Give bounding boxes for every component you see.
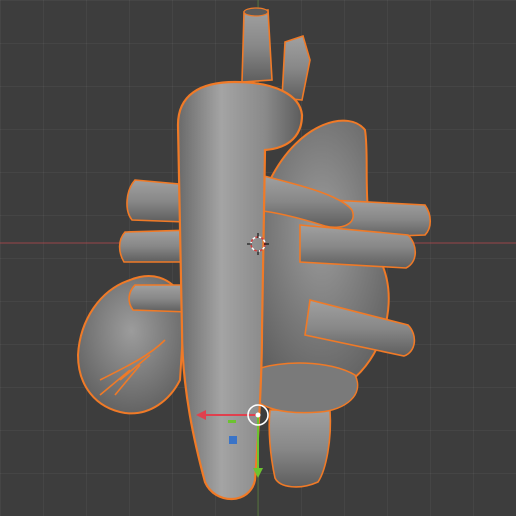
3d-viewport[interactable] [0, 0, 516, 516]
superior-vessel-main [241, 9, 273, 83]
superior-vessel-opening [243, 7, 269, 17]
viewport-scene[interactable] [0, 0, 516, 516]
gizmo-xy-plane[interactable] [228, 420, 236, 423]
superior-vessel-side [281, 34, 311, 101]
gizmo-z-plane[interactable] [229, 436, 237, 444]
heart-mesh[interactable] [76, 7, 432, 501]
lower-chamber [254, 362, 359, 414]
inferior-vena-cava [268, 409, 332, 488]
